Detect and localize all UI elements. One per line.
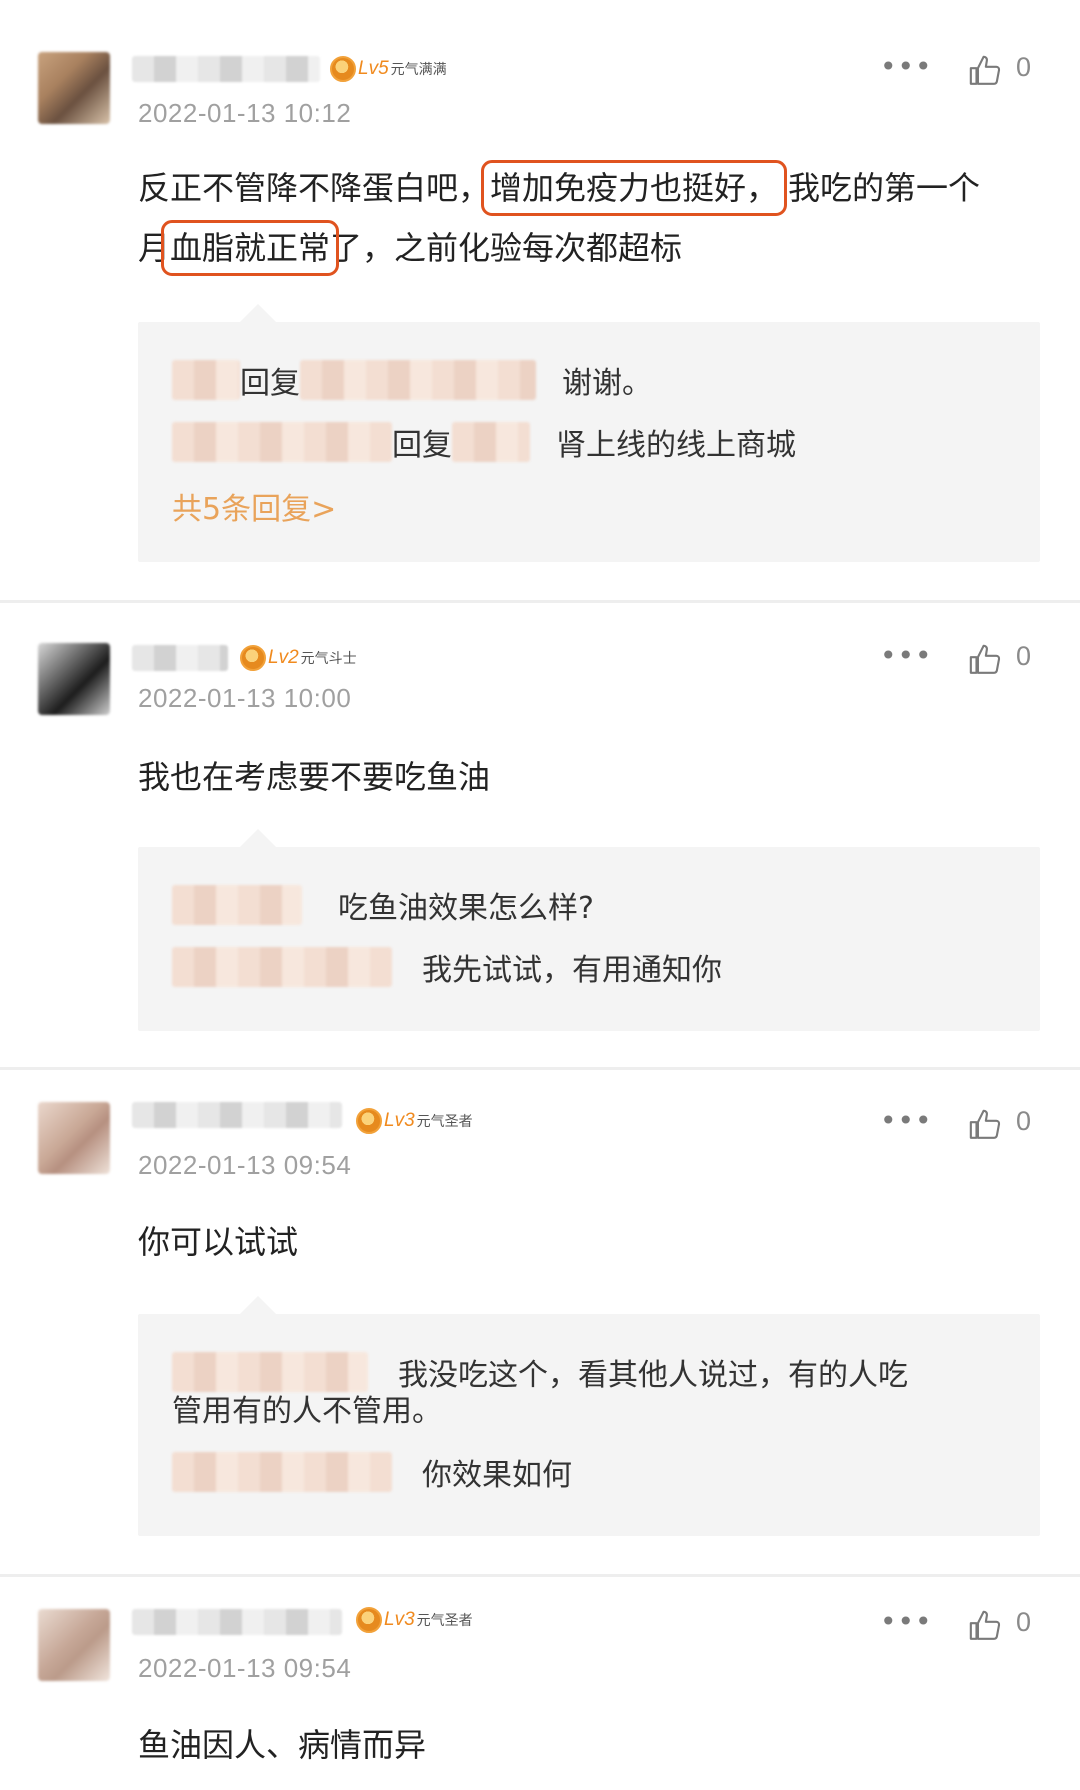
reply-text: 吃鱼油效果怎么样?	[338, 891, 594, 926]
more-dots-icon[interactable]: •••	[880, 50, 933, 83]
reply-box-caret	[240, 304, 276, 322]
reply-box[interactable]: 吃鱼油效果怎么样? 我先试试，有用通知你	[138, 829, 1040, 1031]
reply-box-caret	[240, 1296, 276, 1314]
more-dots-icon[interactable]: •••	[880, 1605, 933, 1638]
reply-username[interactable]	[172, 422, 392, 462]
reply-item[interactable]: 我先试试，有用通知你	[172, 945, 722, 989]
comment-text-part: 了，之前化验每次都超标	[330, 229, 683, 267]
more-dots-icon[interactable]: •••	[880, 639, 933, 672]
level-medal-icon	[330, 56, 356, 82]
level-badge: Lv3 元气圣者	[356, 1106, 473, 1136]
comment-timestamp: 2022-01-13 10:00	[138, 683, 352, 713]
reply-box[interactable]: 回复 谢谢。 回复 肾上线的线上商城 共5条回复>	[138, 304, 1040, 562]
like-count: 0	[1016, 52, 1032, 82]
comment-text-part: 月	[138, 229, 171, 267]
level-medal-icon	[356, 1607, 382, 1633]
comment-item: Lv2 元气斗士 2022-01-13 10:00 ••• 0 我也在考虑要不要…	[0, 603, 1080, 1067]
avatar[interactable]	[38, 643, 110, 715]
comment-text-part: 反正不管降不降蛋白吧，	[138, 169, 491, 207]
level-title: 元气圣者	[416, 1114, 473, 1130]
thumbs-up-icon[interactable]	[968, 643, 1002, 677]
avatar[interactable]	[38, 1102, 110, 1174]
reply-username[interactable]	[172, 360, 240, 400]
reply-item[interactable]: 你效果如何	[172, 1450, 572, 1494]
more-dots-icon[interactable]: •••	[880, 1104, 933, 1137]
reply-username[interactable]	[172, 885, 302, 925]
reply-text: 谢谢。	[562, 366, 652, 401]
reply-text: 肾上线的线上商城	[556, 428, 796, 463]
reply-username[interactable]	[172, 1452, 392, 1492]
username[interactable]	[132, 1609, 342, 1635]
reply-text: 你效果如何	[422, 1458, 572, 1493]
comment-text: 鱼油因人、病情而异	[138, 1726, 427, 1764]
username[interactable]	[132, 56, 320, 82]
avatar[interactable]	[38, 52, 110, 124]
level-label: Lv5	[358, 58, 389, 79]
view-more-replies-link[interactable]: 共5条回复>	[172, 484, 336, 528]
reply-box[interactable]: 我没吃这个，看其他人说过，有的人吃 管用有的人不管用。 你效果如何	[138, 1296, 1040, 1536]
highlighted-phrase: 增加免疫力也挺好，	[481, 160, 788, 216]
comment-timestamp: 2022-01-13 09:54	[138, 1150, 352, 1180]
reply-box-caret	[240, 829, 276, 847]
thumbs-up-icon[interactable]	[968, 54, 1002, 88]
username[interactable]	[132, 1102, 342, 1128]
comment-text: 你可以试试	[138, 1223, 299, 1261]
comment-timestamp: 2022-01-13 10:12	[138, 98, 352, 128]
highlighted-phrase: 血脂就正常	[161, 220, 340, 276]
reply-text-continued: 管用有的人不管用。	[172, 1394, 442, 1429]
thumbs-up-icon[interactable]	[968, 1108, 1002, 1142]
reply-item[interactable]: 回复 谢谢。	[172, 358, 652, 402]
avatar[interactable]	[38, 1609, 110, 1681]
reply-item[interactable]: 吃鱼油效果怎么样?	[172, 883, 594, 927]
reply-text: 我没吃这个，看其他人说过，有的人吃	[398, 1358, 908, 1393]
like-count: 0	[1016, 1607, 1032, 1637]
reply-username[interactable]	[172, 1352, 368, 1392]
reply-target-username[interactable]	[300, 360, 536, 400]
username[interactable]	[132, 645, 228, 671]
reply-target-username[interactable]	[452, 422, 530, 462]
level-medal-icon	[356, 1108, 382, 1134]
level-badge: Lv2 元气斗士	[240, 643, 357, 673]
level-label: Lv3	[384, 1609, 415, 1630]
comment-item: Lv3 元气圣者 2022-01-13 09:54 ••• 0 你可以试试 我没…	[0, 1070, 1080, 1574]
level-badge: Lv5 元气满满	[330, 54, 447, 84]
comment-text-part: 我吃的第一个	[788, 169, 981, 207]
level-title: 元气斗士	[300, 651, 357, 667]
comment-item: Lv3 元气圣者 2022-01-13 09:54 ••• 0 鱼油因人、病情而…	[0, 1577, 1080, 1790]
level-label: Lv2	[268, 647, 299, 668]
reply-username[interactable]	[172, 947, 392, 987]
level-title: 元气圣者	[416, 1613, 473, 1629]
level-badge: Lv3 元气圣者	[356, 1605, 473, 1635]
reply-connector: 回复	[240, 366, 300, 401]
reply-text: 我先试试，有用通知你	[422, 953, 722, 988]
thumbs-up-icon[interactable]	[968, 1609, 1002, 1643]
like-count: 0	[1016, 641, 1032, 671]
comment-item: Lv5 元气满满 2022-01-13 10:12 ••• 0 反正不管降不降蛋…	[0, 0, 1080, 600]
reply-connector: 回复	[392, 428, 452, 463]
reply-item[interactable]: 回复 肾上线的线上商城	[172, 420, 796, 464]
like-count: 0	[1016, 1106, 1032, 1136]
level-medal-icon	[240, 645, 266, 671]
level-label: Lv3	[384, 1110, 415, 1131]
reply-item[interactable]: 我没吃这个，看其他人说过，有的人吃	[172, 1350, 908, 1394]
level-title: 元气满满	[390, 62, 447, 78]
comment-text: 我也在考虑要不要吃鱼油	[138, 758, 491, 796]
comment-timestamp: 2022-01-13 09:54	[138, 1653, 352, 1683]
